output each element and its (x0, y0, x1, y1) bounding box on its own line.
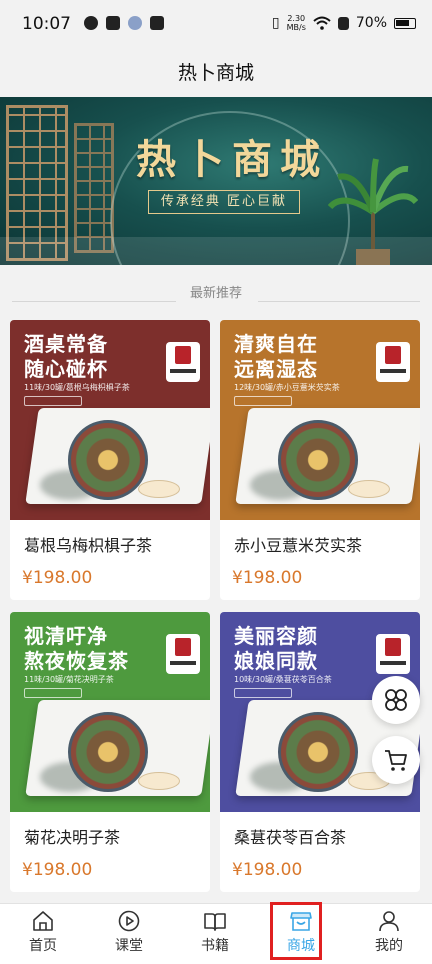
nav-label: 课堂 (115, 938, 143, 954)
brand-logo (376, 342, 410, 382)
lattice-decoration (74, 123, 114, 253)
highlight-box (270, 902, 322, 960)
divider (12, 301, 176, 302)
palm-plant-image (328, 158, 418, 265)
cart-icon (385, 750, 407, 771)
cart-fab-button[interactable] (372, 736, 420, 784)
vibrate-icon: ▯ (271, 15, 280, 31)
app-badge-icon (128, 16, 142, 30)
network-speed: 2.30 MB/s (286, 14, 306, 32)
product-price: ¥198.00 (232, 568, 303, 588)
play-circle-icon (118, 910, 140, 932)
notification-app-icon (84, 16, 98, 30)
page-title: 热卜商城 (177, 62, 254, 84)
product-price: ¥198.00 (22, 860, 93, 880)
product-card[interactable]: 视清吁净 熬夜恢复茶 11味/30罐/菊花决明子茶 菊花决明子茶 ¥198.00 (10, 612, 210, 892)
section-header: 最新推荐 (0, 280, 432, 304)
product-card[interactable]: 酒桌常备 随心碰杯 11味/30罐/葛根乌梅枳椇子茶 葛根乌梅枳椇子茶 ¥198.… (10, 320, 210, 600)
brand-logo (166, 342, 200, 382)
nav-item-home[interactable]: 首页 (0, 904, 86, 964)
banner-title: 热卜商城 (136, 136, 328, 183)
battery-icon (394, 17, 416, 29)
product-name: 葛根乌梅枳椇子茶 (24, 536, 153, 555)
bottom-nav: 首页 课堂 书籍 商城 我的 (0, 903, 432, 964)
product-image: 酒桌常备 随心碰杯 11味/30罐/葛根乌梅枳椇子茶 (10, 320, 210, 520)
book-icon (204, 913, 226, 931)
banner[interactable]: 热卜商城 传承经典 匠心巨献 (0, 97, 432, 265)
product-price: ¥198.00 (22, 568, 93, 588)
banner-slogan: 传承经典 匠心巨献 (148, 190, 300, 214)
product-name: 菊花决明子茶 (24, 828, 121, 847)
product-image: 视清吁净 熬夜恢复茶 11味/30罐/菊花决明子茶 (10, 612, 210, 812)
brand-logo (376, 634, 410, 674)
menu-fab-button[interactable] (372, 676, 420, 724)
nav-item-books[interactable]: 书籍 (172, 904, 258, 964)
divider (258, 301, 420, 302)
tiktok-icon (150, 16, 164, 30)
section-title: 最新推荐 (189, 286, 242, 301)
app-header: 热卜商城 (0, 50, 432, 96)
product-image: 清爽自在 远离湿态 12味/30罐/赤小豆薏米芡实茶 (220, 320, 420, 520)
status-bar: 10:07 ▯ 2.30 MB/s 70% (0, 0, 432, 50)
mail-icon (106, 16, 120, 30)
product-card[interactable]: 清爽自在 远离湿态 12味/30罐/赤小豆薏米芡实茶 赤小豆薏米芡实茶 ¥198.… (220, 320, 420, 600)
product-price: ¥198.00 (232, 860, 303, 880)
nav-label: 首页 (29, 938, 57, 954)
grid-flower-icon (385, 689, 407, 711)
product-name: 桑葚茯苓百合茶 (234, 828, 347, 847)
product-name: 赤小豆薏米芡实茶 (234, 536, 363, 555)
sim-icon (337, 16, 349, 30)
home-icon (33, 911, 53, 931)
status-time: 10:07 (22, 14, 71, 34)
battery-text: 70% (355, 15, 387, 31)
wifi-icon (313, 16, 331, 30)
brand-logo (166, 634, 200, 674)
nav-label: 我的 (375, 938, 403, 954)
nav-item-mine[interactable]: 我的 (346, 904, 432, 964)
nav-label: 书籍 (201, 938, 229, 954)
nav-item-classroom[interactable]: 课堂 (86, 904, 172, 964)
person-icon (379, 911, 399, 932)
